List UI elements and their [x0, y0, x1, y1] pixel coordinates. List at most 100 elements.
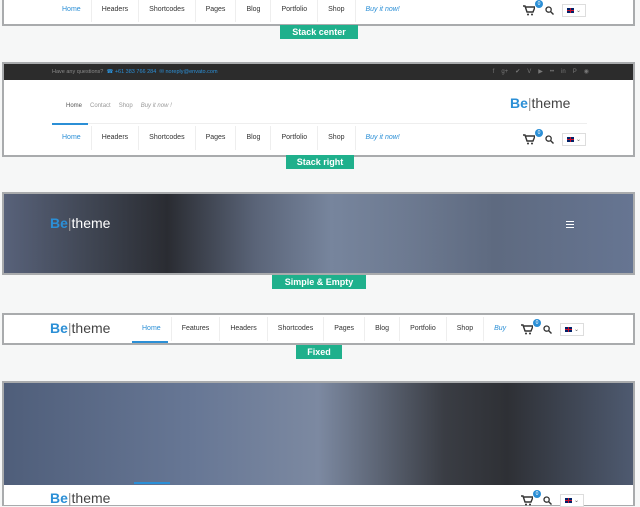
uk-flag-icon	[564, 498, 572, 503]
nav-item-shop[interactable]: Shop	[318, 0, 356, 22]
nav-item-shortcodes[interactable]: Shortcodes	[268, 317, 325, 341]
main-nav-fixed: Home Features Headers Shortcodes Pages B…	[132, 317, 516, 341]
nav-item-shortcodes[interactable]: Shortcodes	[139, 126, 196, 150]
nav-item-shortcodes[interactable]: Shortcodes	[139, 0, 196, 22]
hamburger-menu-icon[interactable]	[566, 221, 574, 228]
mail-icon: ✉	[159, 69, 164, 75]
nav-item-buy[interactable]: Buy it now!	[356, 0, 410, 22]
logo-theme: theme	[71, 215, 111, 231]
chevron-down-icon: ⌄	[575, 137, 582, 143]
nav-item-headers[interactable]: Headers	[220, 317, 268, 341]
hero-background	[4, 383, 633, 485]
nav-item-portfolio[interactable]: Portfolio	[400, 317, 447, 341]
nav-item-shop[interactable]: Shop	[447, 317, 485, 341]
nav-item-pages[interactable]: Pages	[196, 0, 237, 22]
hero-background	[4, 194, 633, 273]
label-simple-empty: Simple & Empty	[272, 275, 366, 289]
linkedin-icon[interactable]: in	[561, 64, 566, 80]
label-fixed: Fixed	[296, 345, 342, 359]
nav-item-buy[interactable]: Buy	[484, 317, 516, 341]
nav-item-shop[interactable]: Shop	[318, 126, 356, 150]
pinterest-icon[interactable]: P	[573, 64, 577, 80]
language-switcher[interactable]: ⌄	[560, 494, 584, 507]
subnav-item-shop[interactable]: Shop	[119, 103, 133, 109]
nav-item-pages[interactable]: Pages	[196, 126, 237, 150]
betheme-logo[interactable]: Be|theme	[50, 320, 110, 336]
language-switcher[interactable]: ⌄	[560, 323, 584, 336]
nav-item-home[interactable]: Home	[132, 317, 172, 341]
secondary-nav: Home Contact Shop Buy it now !	[66, 103, 172, 109]
phone-number[interactable]: +61 383 766 284	[115, 69, 156, 75]
subnav-item-buy[interactable]: Buy it now !	[141, 103, 172, 109]
question-text: Have any questions?	[52, 69, 104, 75]
transparent-header-preview: Be|theme 0 ⌄	[2, 381, 635, 507]
logo-be: Be	[50, 490, 68, 506]
main-nav: Home Headers Shortcodes Pages Blog Portf…	[52, 0, 410, 22]
cart-icon[interactable]: 0	[521, 489, 541, 507]
nav-item-pages[interactable]: Pages	[324, 317, 366, 341]
nav-item-portfolio[interactable]: Portfolio	[271, 126, 319, 150]
uk-flag-icon	[566, 137, 574, 142]
nav-item-features[interactable]: Features	[172, 317, 221, 341]
search-icon[interactable]	[545, 6, 554, 15]
stack-center-preview: Home Headers Shortcodes Pages Blog Portf…	[2, 0, 635, 26]
google-plus-icon[interactable]: g+	[501, 64, 508, 80]
nav-item-home[interactable]: Home	[52, 0, 92, 22]
cart-icon[interactable]: 0	[521, 318, 541, 336]
twitter-icon[interactable]: ✔	[515, 64, 520, 80]
fixed-preview: Be|theme Home Features Headers Shortcode…	[2, 313, 635, 345]
cart-icon[interactable]: 0	[523, 128, 543, 146]
subnav-item-home[interactable]: Home	[66, 103, 82, 109]
logo-theme: theme	[71, 320, 111, 336]
header-tools: 0 ⌄	[523, 128, 586, 146]
logo-theme: theme	[531, 95, 571, 111]
chevron-down-icon: ⌄	[573, 327, 580, 333]
subnav-item-contact[interactable]: Contact	[90, 103, 111, 109]
cart-count-badge: 0	[533, 489, 541, 498]
nav-item-blog[interactable]: Blog	[236, 0, 272, 22]
logo-theme: theme	[71, 490, 111, 506]
betheme-logo[interactable]: Be|theme	[510, 95, 570, 111]
nav-item-blog[interactable]: Blog	[236, 126, 272, 150]
cart-count-badge: 0	[535, 128, 543, 137]
search-icon[interactable]	[543, 325, 552, 334]
nav-item-blog[interactable]: Blog	[365, 317, 401, 341]
active-underline	[134, 482, 170, 484]
uk-flag-icon	[566, 8, 574, 13]
search-icon[interactable]	[543, 496, 552, 505]
language-switcher[interactable]: ⌄	[562, 4, 586, 17]
divider	[52, 123, 587, 124]
vimeo-icon[interactable]: V	[527, 64, 531, 80]
social-icons: f g+ ✔ V ▶ •• in P ◉	[493, 64, 589, 80]
cart-count-badge: 0	[535, 0, 543, 8]
nav-item-buy[interactable]: Buy it now!	[356, 126, 410, 150]
uk-flag-icon	[564, 327, 572, 332]
email-link[interactable]: noreply@envato.com	[165, 69, 217, 75]
dribbble-icon[interactable]: ◉	[584, 64, 589, 80]
header-tools: 0 ⌄	[521, 318, 584, 336]
header-tools: 0 ⌄	[523, 0, 586, 17]
youtube-icon[interactable]: ▶	[538, 64, 543, 80]
chevron-down-icon: ⌄	[573, 498, 580, 504]
nav-item-portfolio[interactable]: Portfolio	[271, 0, 319, 22]
cart-icon[interactable]: 0	[523, 0, 543, 17]
top-bar: Have any questions? ☎ +61 383 766 284 ✉ …	[4, 64, 633, 80]
simple-empty-preview: Be|theme	[2, 192, 635, 275]
active-underline	[132, 341, 168, 343]
stack-right-preview: Have any questions? ☎ +61 383 766 284 ✉ …	[2, 62, 635, 157]
facebook-icon[interactable]: f	[493, 64, 495, 80]
chevron-down-icon: ⌄	[575, 8, 582, 14]
logo-be: Be	[510, 95, 528, 111]
main-nav: Home Headers Shortcodes Pages Blog Portf…	[52, 126, 410, 150]
search-icon[interactable]	[545, 135, 554, 144]
cart-count-badge: 0	[533, 318, 541, 327]
nav-item-headers[interactable]: Headers	[92, 0, 140, 22]
betheme-logo[interactable]: Be|theme	[50, 215, 110, 231]
language-switcher[interactable]: ⌄	[562, 133, 586, 146]
nav-item-home[interactable]: Home	[52, 126, 92, 150]
header-tools: 0 ⌄	[521, 489, 584, 507]
flickr-icon[interactable]: ••	[550, 64, 554, 80]
phone-icon: ☎	[106, 69, 114, 75]
betheme-logo[interactable]: Be|theme	[50, 490, 110, 506]
nav-item-headers[interactable]: Headers	[92, 126, 140, 150]
